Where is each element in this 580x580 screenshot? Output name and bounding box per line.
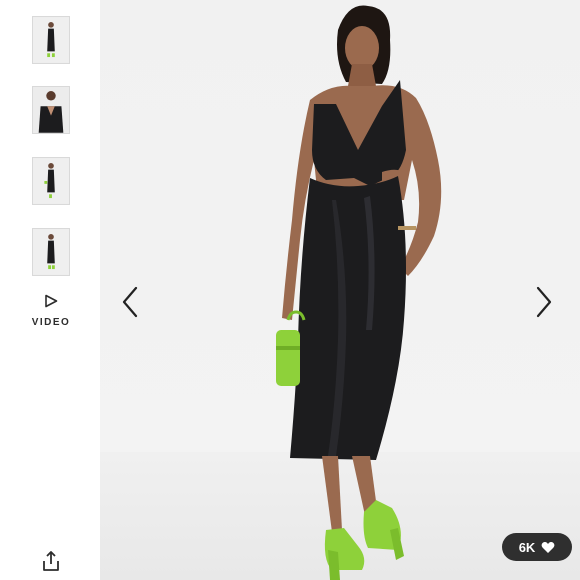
previous-image-button[interactable]	[116, 282, 144, 322]
share-icon	[43, 551, 59, 571]
model-in-black-satin-dress	[276, 5, 442, 580]
product-main-image	[100, 0, 580, 580]
heart-icon	[541, 541, 555, 553]
thumbnail-sidebar: VIDEO	[0, 0, 100, 580]
gallery-thumbnail-2[interactable]	[32, 86, 70, 134]
likes-count: 6K	[518, 539, 536, 555]
video-label: VIDEO	[31, 317, 71, 328]
next-image-button[interactable]	[530, 282, 558, 322]
likes-badge[interactable]: 6K	[502, 533, 572, 561]
chevron-right-icon	[536, 286, 552, 318]
video-button[interactable]: VIDEO	[22, 292, 80, 338]
share-button[interactable]	[40, 550, 62, 572]
gallery-thumbnail-3[interactable]	[32, 157, 70, 205]
chevron-left-icon	[122, 286, 138, 318]
gallery-thumbnail-1[interactable]	[32, 16, 70, 64]
play-triangle-icon	[45, 294, 58, 308]
gallery-thumbnail-4[interactable]	[32, 228, 70, 276]
